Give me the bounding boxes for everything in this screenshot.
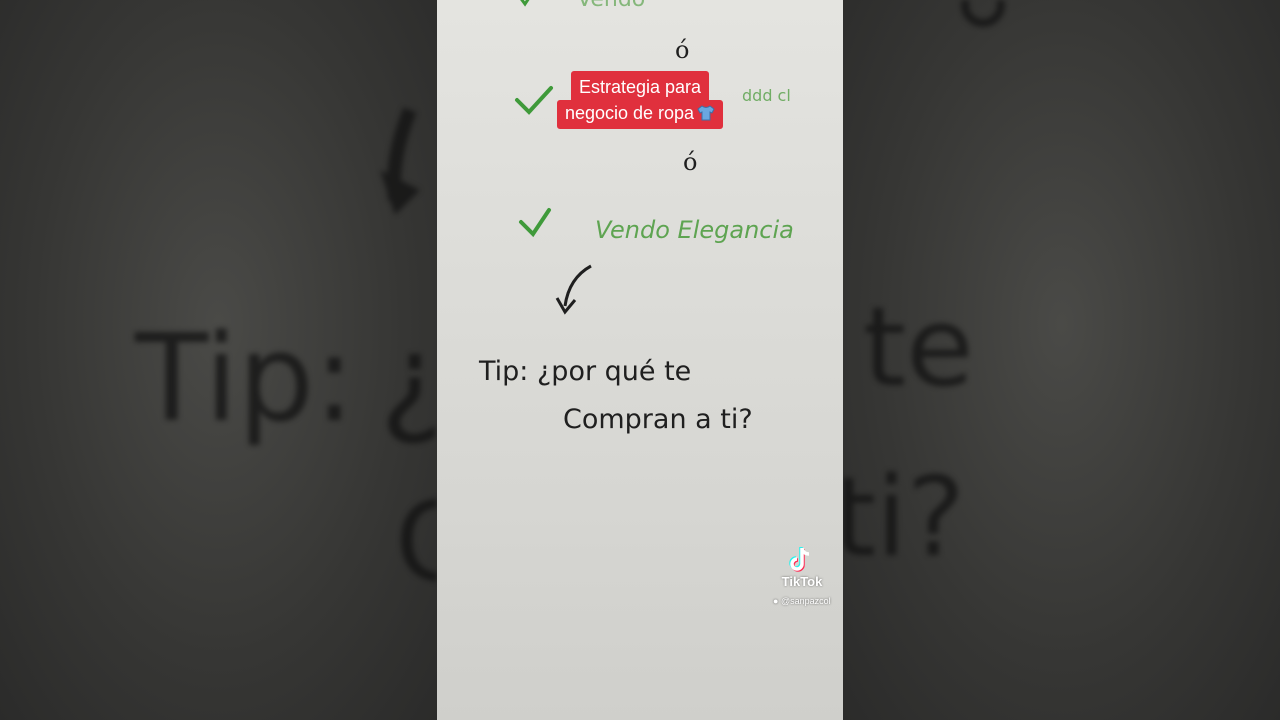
svg-text:ti?: ti? [843, 453, 965, 581]
tiktok-logo-icon [789, 547, 810, 572]
tiktok-handle: ● @sanpazcol [773, 596, 831, 606]
svg-text:Tip:: Tip: [134, 310, 355, 449]
or-mark-2: ó [683, 148, 697, 176]
svg-text:¿: ¿ [380, 310, 437, 449]
svg-text:ddd cl: ddd cl [742, 86, 791, 105]
caption-line-2: negocio de ropa [556, 100, 724, 129]
caption-line-1: Estrategia para [570, 71, 710, 100]
blurred-background-right: te ti? [843, 0, 1280, 720]
tip-line-1: Tip: ¿por qué te [478, 356, 691, 387]
svg-text:Vendo: Vendo [577, 0, 645, 12]
video-caption: Estrategia para negocio de ropa [544, 71, 736, 129]
user-icon: ● [773, 596, 779, 606]
video-frame[interactable]: Vendo ó ddd cl ó Vendo Elegancia Tip: ¿p… [437, 0, 843, 720]
or-mark-1: ó [675, 36, 689, 64]
item-vendo-elegancia: Vendo Elegancia [595, 216, 794, 244]
tip-line-2: Compran a ti? [563, 404, 753, 435]
svg-text:C: C [395, 478, 437, 606]
blurred-board-left: Tip: ¿ C [134, 107, 437, 606]
blurred-background-left: Tip: ¿ C [0, 0, 437, 720]
arrow-icon [563, 264, 592, 307]
shirt-emoji-icon [697, 105, 715, 121]
tiktok-watermark: TikTok ● @sanpazcol [767, 546, 837, 606]
check-icon [519, 208, 551, 238]
tiktok-brand-label: TikTok [781, 574, 823, 589]
svg-text:te: te [863, 283, 974, 411]
blurred-board-right: te ti? [843, 0, 1005, 581]
